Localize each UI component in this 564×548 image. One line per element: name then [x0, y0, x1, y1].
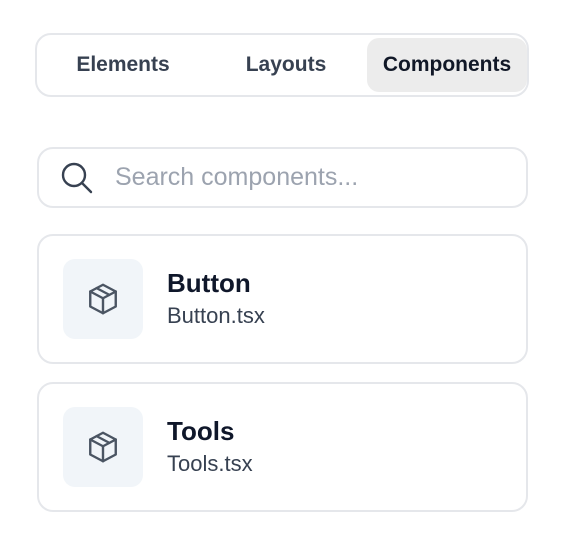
tab-elements[interactable]: Elements [41, 38, 205, 92]
search-bar[interactable] [37, 147, 528, 208]
search-icon [59, 160, 95, 196]
component-file: Button.tsx [167, 303, 265, 328]
tab-layouts[interactable]: Layouts [205, 38, 367, 92]
package-icon [63, 407, 143, 487]
component-card-text: Button Button.tsx [167, 267, 265, 331]
component-file: Tools.tsx [167, 451, 253, 476]
search-input[interactable] [115, 163, 495, 192]
component-card-button[interactable]: Button Button.tsx [37, 234, 528, 364]
component-library-tabs: Elements Layouts Components [35, 33, 529, 97]
component-name: Button [167, 268, 251, 298]
package-icon [63, 259, 143, 339]
component-name: Tools [167, 416, 235, 446]
tab-components[interactable]: Components [367, 38, 527, 92]
component-card-tools[interactable]: Tools Tools.tsx [37, 382, 528, 512]
component-card-text: Tools Tools.tsx [167, 415, 253, 479]
